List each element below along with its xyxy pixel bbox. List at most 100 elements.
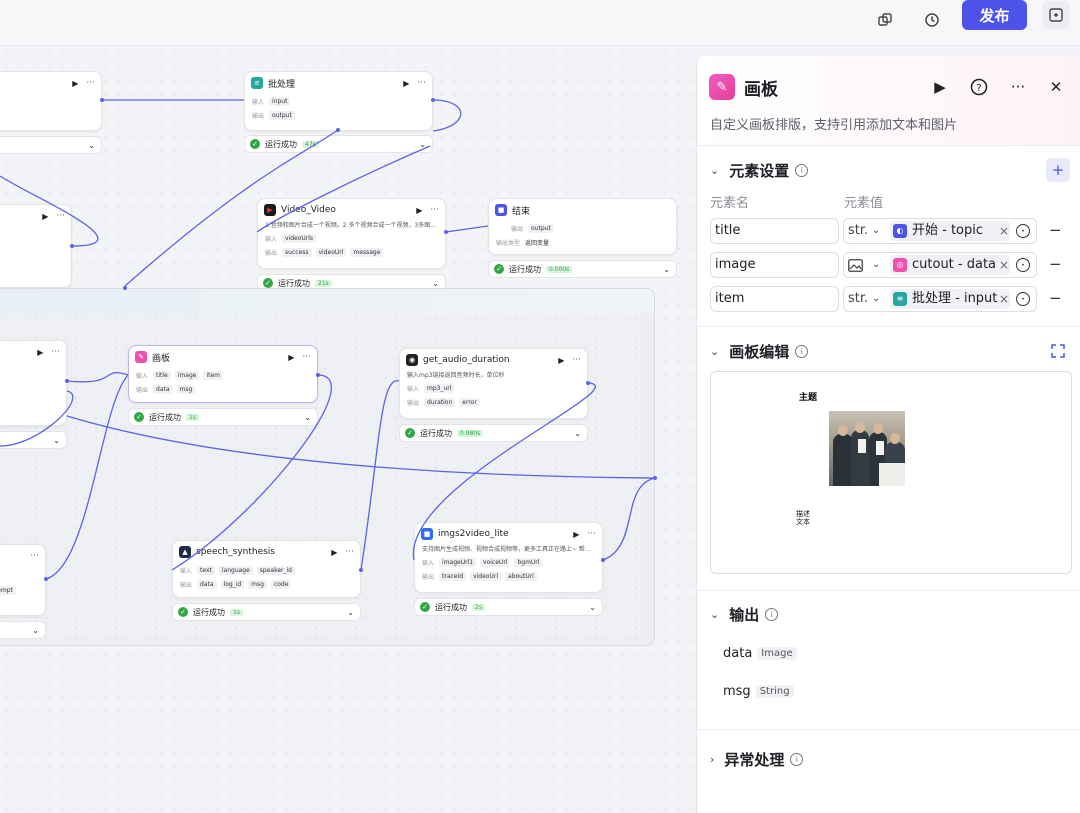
section-error-handling-header[interactable]: › 异常处理 i — [710, 749, 804, 770]
info-icon[interactable]: i — [790, 753, 804, 766]
output-label: 输出 — [265, 249, 278, 257]
clear-icon[interactable]: × — [999, 287, 1009, 311]
image-type-icon[interactable] — [848, 253, 863, 281]
more-icon[interactable]: ··· — [1007, 76, 1029, 98]
more-icon[interactable]: ··· — [587, 529, 596, 539]
status-batch[interactable]: ✓ 运行成功 47s ⌄ — [244, 135, 433, 153]
canvas-preview[interactable]: 主题 描述文本 — [710, 371, 1072, 574]
chevron-down-icon[interactable]: ⌄ — [872, 219, 880, 243]
help-icon[interactable]: ? — [968, 76, 990, 98]
output-param: videoUrl — [470, 571, 502, 581]
more-icon[interactable]: ··· — [86, 78, 95, 88]
status-canvas[interactable]: ✓ 运行成功 1s ⌄ — [128, 408, 318, 426]
section-output-header[interactable]: ⌄ 输出 i — [710, 604, 779, 625]
preview-description-text[interactable]: 描述文本 — [796, 510, 812, 526]
node-end[interactable]: ■ 结束 输出 output 输出类型 返回变量 — [488, 198, 677, 255]
variable-reference[interactable]: ◐ 开始 - topic — [890, 221, 1010, 241]
target-icon[interactable]: • — [1016, 292, 1030, 306]
more-icon[interactable]: ··· — [56, 211, 65, 221]
element-value-field[interactable]: str. ⌄ ◐ 开始 - topic × • — [843, 218, 1037, 244]
node-imgs2video-lite[interactable]: ■ imgs2video_lite ▶ ··· 支持图片生成视频、视频合成视频等，… — [414, 522, 603, 593]
element-name-input[interactable]: item — [710, 286, 839, 312]
publish-button[interactable]: 发布 — [962, 0, 1027, 30]
remove-element-button[interactable]: − — [1049, 286, 1062, 310]
run-icon[interactable]: ▶ — [42, 212, 48, 221]
input-label: 输入 — [407, 385, 420, 393]
node-canvas[interactable]: ✎ 画板 ▶ ··· 输入 title image item 输出 data msg — [128, 345, 318, 403]
element-name-input[interactable]: image — [710, 252, 839, 278]
edge — [445, 225, 489, 233]
variable-reference[interactable]: ≡ 批处理 - input — [890, 289, 1010, 309]
expand-icon[interactable] — [1042, 1, 1070, 29]
close-icon[interactable]: ✕ — [1045, 76, 1067, 98]
partial-node-status[interactable]: ⌄ — [0, 136, 102, 154]
preview-title-text[interactable]: 主题 — [799, 390, 817, 403]
status-speech-synthesis[interactable]: ✓ 运行成功 1s ⌄ — [172, 603, 361, 621]
input-param: voiceUrl — [480, 557, 511, 567]
section-elements-header[interactable]: ⌄ 元素设置 i — [710, 160, 809, 181]
node-video-video[interactable]: ▶ Video_Video ▶ ··· 1.音频和图片合成一个视频。2.多个视频合… — [257, 198, 446, 269]
run-icon[interactable]: ▶ — [288, 353, 294, 362]
history-icon[interactable] — [918, 6, 946, 34]
element-name-input[interactable]: title — [710, 218, 839, 244]
more-icon[interactable]: ··· — [572, 355, 581, 365]
more-icon[interactable]: ··· — [30, 551, 39, 561]
status-text: 运行成功 — [265, 139, 297, 149]
info-icon[interactable]: i — [795, 345, 809, 358]
status-time: 47s — [302, 140, 319, 148]
target-icon[interactable]: • — [1016, 258, 1030, 272]
variable-reference[interactable]: ◎ cutout - data — [890, 255, 1010, 275]
run-icon[interactable]: ▶ — [558, 356, 564, 365]
run-icon[interactable]: ▶ — [403, 79, 409, 88]
partial-node-group-left-status[interactable]: ⌄ — [0, 431, 67, 449]
fullscreen-icon[interactable] — [1051, 343, 1067, 359]
element-value-field[interactable]: ⌄ ◎ cutout - data × • — [843, 252, 1037, 278]
more-icon[interactable]: ··· — [430, 205, 439, 215]
check-icon: ✓ — [263, 278, 273, 288]
run-icon[interactable]: ▶ — [416, 206, 422, 215]
run-icon[interactable]: ▶ — [573, 530, 579, 539]
partial-node-bottom-left[interactable]: ··· prompt — [0, 544, 46, 616]
more-icon[interactable]: ··· — [302, 352, 311, 362]
type-select[interactable]: str. — [848, 219, 868, 243]
remove-element-button[interactable]: − — [1049, 252, 1062, 276]
output-param: success — [282, 247, 312, 257]
info-icon[interactable]: i — [795, 164, 809, 177]
node-speech-synthesis[interactable]: ▲ speech_synthesis ▶ ··· 输入 text language sp… — [172, 540, 361, 598]
partial-node-left-middle[interactable]: ▶ ··· — [0, 204, 72, 288]
info-icon[interactable]: i — [765, 608, 779, 621]
duplicate-icon[interactable] — [871, 6, 899, 34]
partial-node-group-left[interactable]: ▶ ··· — [0, 340, 67, 426]
partial-node-bottom-left-status[interactable]: ⌄ — [0, 621, 46, 639]
run-icon[interactable]: ▶ — [929, 76, 951, 98]
status-imgs2video-lite[interactable]: ✓ 运行成功 2s ⌄ — [414, 598, 603, 616]
divider — [697, 326, 1080, 327]
chevron-down-icon[interactable]: ⌄ — [872, 287, 880, 311]
more-icon[interactable]: ··· — [51, 347, 60, 357]
node-batch[interactable]: ≡ 批处理 ▶ ··· 输入 input 输出 output — [244, 71, 433, 131]
more-icon[interactable]: ··· — [417, 78, 426, 88]
target-icon[interactable]: • — [1016, 224, 1030, 238]
run-icon[interactable]: ▶ — [72, 79, 78, 88]
panel-header: ✎ 画板 ▶ ? ··· ✕ 自定义画板排版，支持引用添加文本和图片 — [697, 56, 1080, 146]
preview-image[interactable] — [829, 411, 905, 486]
status-time: 21s — [315, 279, 332, 287]
clear-icon[interactable]: × — [999, 219, 1009, 243]
clear-icon[interactable]: × — [999, 253, 1009, 277]
run-icon[interactable]: ▶ — [37, 348, 43, 357]
element-value-field[interactable]: str. ⌄ ≡ 批处理 - input × • — [843, 286, 1037, 312]
status-get-audio-duration[interactable]: ✓ 运行成功 0.980s ⌄ — [399, 424, 588, 442]
add-element-button[interactable]: + — [1046, 158, 1070, 182]
section-editor-header[interactable]: ⌄ 画板编辑 i — [710, 341, 809, 362]
workflow-canvas[interactable]: ▶ ··· ⌄ ≡ 批处理 ▶ ··· 输入 input 输出 output ✓ 运行成功… — [0, 46, 696, 813]
type-select[interactable]: str. — [848, 287, 868, 311]
run-icon[interactable]: ▶ — [331, 548, 337, 557]
chevron-down-icon[interactable]: ⌄ — [872, 253, 880, 277]
remove-element-button[interactable]: − — [1049, 218, 1062, 242]
more-icon[interactable]: ··· — [345, 547, 354, 557]
reference-label: 批处理 - input — [912, 291, 998, 306]
node-get-audio-duration[interactable]: ◉ get_audio_duration ▶ ··· 输入mp3链接返回音频时长，… — [399, 348, 588, 419]
partial-node-top-left[interactable]: ▶ ··· — [0, 71, 102, 131]
input-param: videoUrls — [282, 233, 317, 243]
status-end[interactable]: ✓ 运行成功 0.000s ⌄ — [488, 260, 677, 278]
